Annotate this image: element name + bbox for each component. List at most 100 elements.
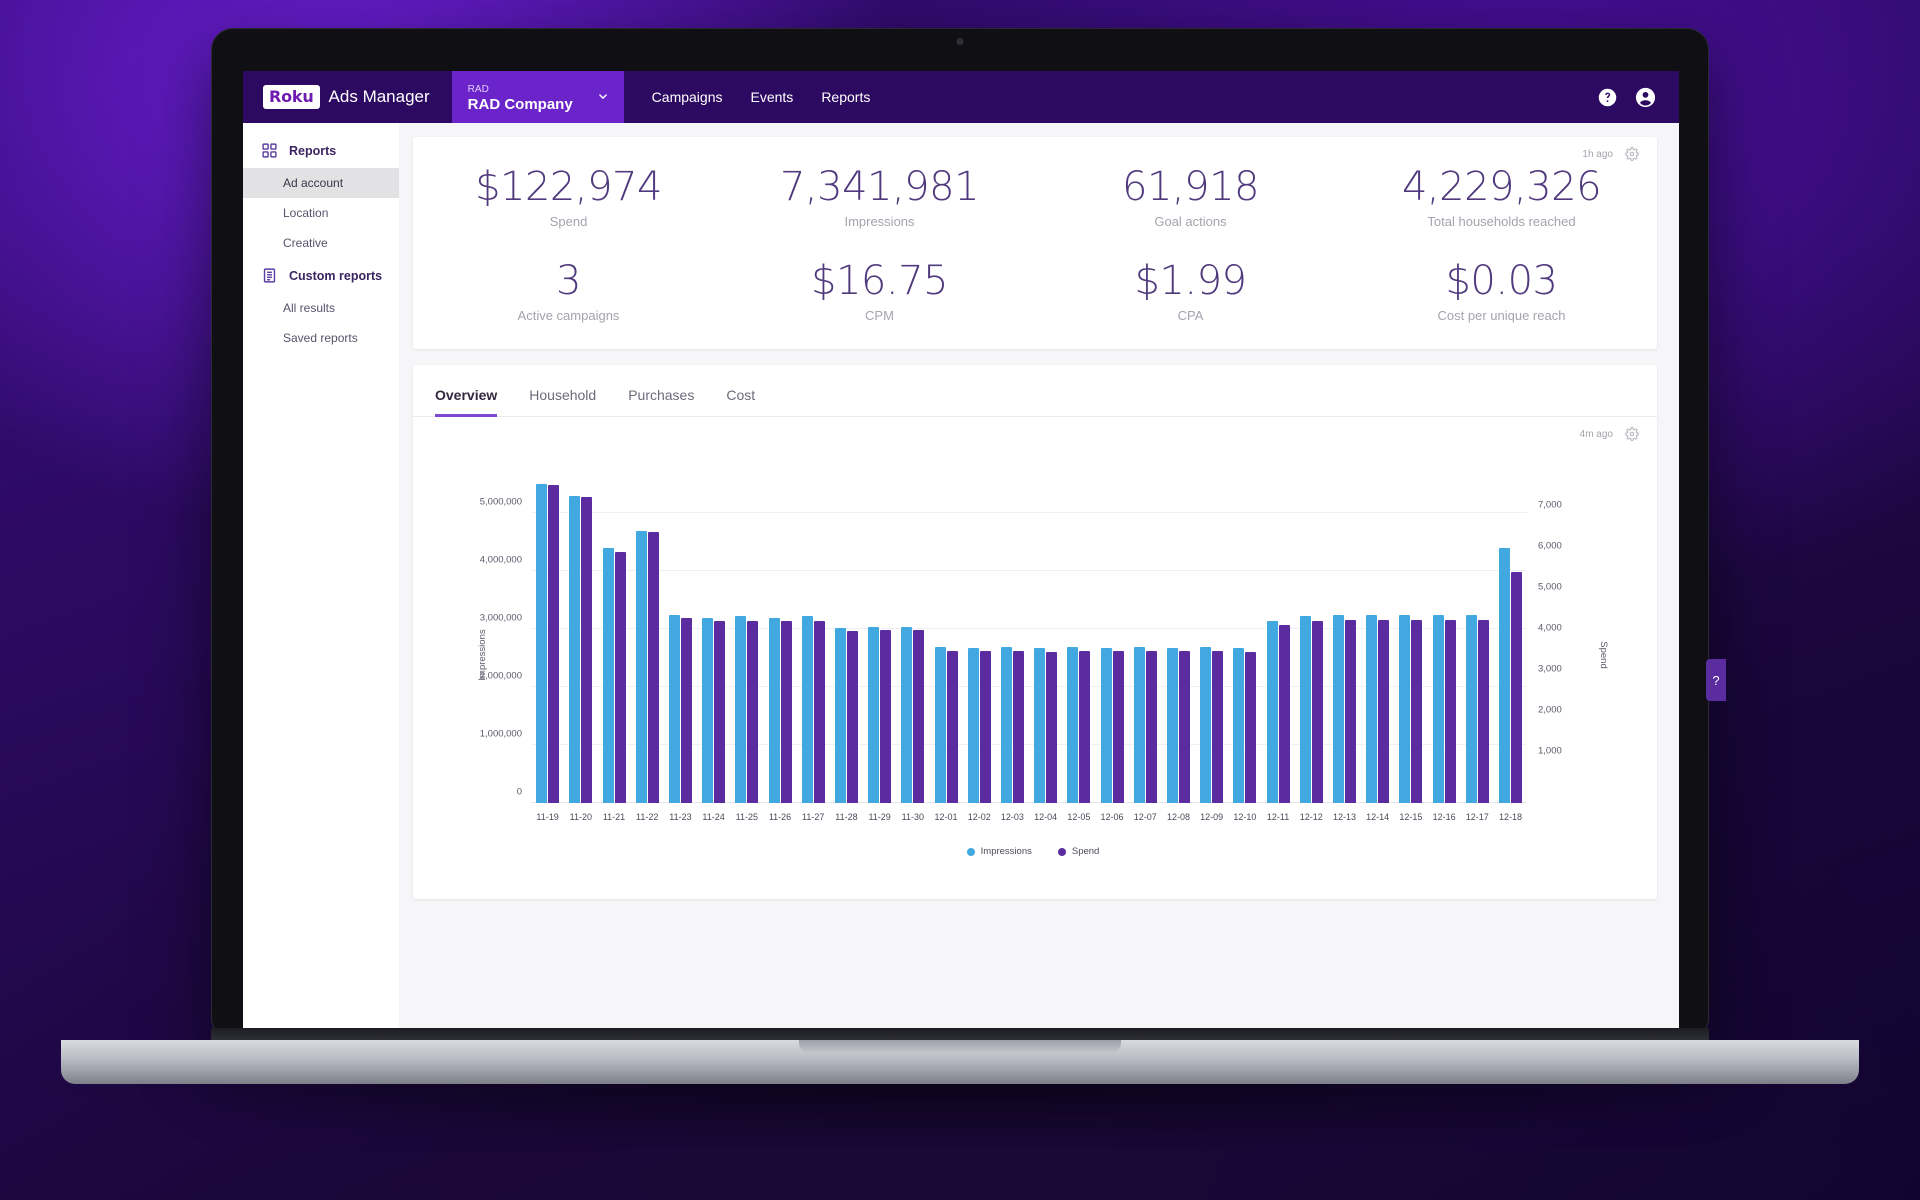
nav-link-reports[interactable]: Reports <box>821 89 870 105</box>
chart-plot: 0 1,000,000 2,000,000 3,000,000 4,000,000 5,0… <box>480 467 1562 822</box>
chart-x-tick-label: 12-17 <box>1465 812 1489 822</box>
kpi-active-campaigns-label: Active campaigns <box>517 308 620 323</box>
chart-bar-group[interactable]: 11-24 <box>697 467 730 822</box>
chart-bar-group[interactable]: 12-03 <box>996 467 1029 822</box>
chart-x-tick-label: 12-10 <box>1233 812 1257 822</box>
chart-bar-group[interactable]: 12-14 <box>1361 467 1394 822</box>
chart-bar-group[interactable]: 12-11 <box>1261 467 1294 822</box>
chart-bar-group[interactable]: 12-07 <box>1129 467 1162 822</box>
chart-y-tick-left: 5,000,000 <box>479 496 522 508</box>
help-side-tab[interactable]: ? <box>1706 659 1726 701</box>
chart-bar-group[interactable]: 11-19 <box>531 467 564 822</box>
laptop-base-notch <box>799 1040 1121 1053</box>
kpi-row-secondary: 3 Active campaigns $16.75 CPM $1.99 CPA <box>413 255 1657 323</box>
chart-x-tick-label: 11-27 <box>802 812 825 822</box>
chevron-down-icon <box>596 89 610 108</box>
chart-x-tick-label: 12-11 <box>1266 812 1290 822</box>
tab-cost[interactable]: Cost <box>726 387 755 417</box>
chart-bar-impressions <box>1498 548 1510 803</box>
chart-bar-group[interactable]: 12-16 <box>1427 467 1460 822</box>
chart-y-tick-right: 2,000 <box>1538 704 1562 716</box>
chart-legend-item[interactable]: Impressions <box>966 846 1032 857</box>
nav-link-campaigns[interactable]: Campaigns <box>652 89 723 105</box>
chart-x-tick-label: 12-07 <box>1133 812 1157 822</box>
primary-nav-links: Campaigns Events Reports <box>624 71 871 123</box>
brand-logo-area[interactable]: Roku Ads Manager <box>243 71 452 123</box>
chart-x-tick-label: 12-09 <box>1200 812 1224 822</box>
chart-bar-impressions <box>1166 647 1178 803</box>
gear-icon[interactable] <box>1625 427 1639 441</box>
performance-chart-card: Overview Household Purchases Cost 4m ago <box>413 365 1657 899</box>
chart-bar-group[interactable]: 11-20 <box>564 467 597 822</box>
tab-overview[interactable]: Overview <box>435 387 498 417</box>
chart-updated-timestamp: 4m ago <box>1579 428 1613 440</box>
chart-y-tick-right: 3,000 <box>1538 663 1562 675</box>
tab-purchases[interactable]: Purchases <box>628 387 694 417</box>
chart-bar-group[interactable]: 12-08 <box>1162 467 1195 822</box>
chart-x-tick-label: 11-25 <box>735 812 758 822</box>
chart-legend-item[interactable]: Spend <box>1057 846 1099 857</box>
roku-logo: Roku <box>263 85 320 109</box>
sidebar-item-location[interactable]: Location <box>243 198 399 228</box>
chart-bar-group[interactable]: 12-12 <box>1295 467 1328 822</box>
chart-x-tick-label: 12-04 <box>1034 812 1058 822</box>
sidebar-group-custom-reports[interactable]: Custom reports <box>243 258 399 293</box>
kpi-card-meta: 1h ago <box>413 137 1657 161</box>
chart-bar-impressions <box>868 627 880 803</box>
chart-bar-group[interactable]: 12-13 <box>1328 467 1361 822</box>
laptop-shadow <box>31 1080 1889 1150</box>
chart-bar-group[interactable]: 12-10 <box>1228 467 1261 822</box>
chart-bar-group[interactable]: 12-17 <box>1461 467 1494 822</box>
sidebar-item-saved-reports[interactable]: Saved reports <box>243 323 399 353</box>
chart-bar-group[interactable]: 11-27 <box>797 467 830 822</box>
top-navigation-bar: Roku Ads Manager RAD RAD Company Campaig… <box>243 71 1679 123</box>
chart-y-tick-left: 3,000,000 <box>479 612 522 624</box>
chart-bar-impressions <box>635 530 647 803</box>
chart-x-tick-label: 12-15 <box>1399 812 1423 822</box>
chart-bar-group[interactable]: 12-15 <box>1394 467 1427 822</box>
chart-bar-group[interactable]: 12-09 <box>1195 467 1228 822</box>
tab-household[interactable]: Household <box>529 387 596 417</box>
chart-bar-group[interactable]: 12-04 <box>1029 467 1062 822</box>
chart-x-tick-label: 12-05 <box>1067 812 1091 822</box>
chart-bar-group[interactable]: 12-05 <box>1062 467 1095 822</box>
kpi-cpa: $1.99 CPA <box>1035 255 1346 323</box>
app-screen: Roku Ads Manager RAD RAD Company Campaig… <box>243 71 1679 1031</box>
chart-x-tick-label: 12-12 <box>1299 812 1323 822</box>
chart-bar-group[interactable]: 12-06 <box>1095 467 1128 822</box>
kpi-row-primary: $122,974 Spend 7,341,981 Impressions 61,… <box>413 161 1657 229</box>
chart-bar-group[interactable]: 12-18 <box>1494 467 1527 822</box>
chart-bar-group[interactable]: 12-02 <box>963 467 996 822</box>
chart-bar-spend <box>680 617 692 803</box>
chart-bar-group[interactable]: 11-29 <box>863 467 896 822</box>
chart-bar-impressions <box>1100 647 1112 803</box>
nav-link-events[interactable]: Events <box>751 89 794 105</box>
sidebar-item-all-results[interactable]: All results <box>243 293 399 323</box>
sidebar-group-reports[interactable]: Reports <box>243 133 399 168</box>
chart-bar-spend <box>913 630 925 803</box>
chart-bar-group[interactable]: 11-28 <box>830 467 863 822</box>
chart-bar-impressions <box>735 616 747 803</box>
chart-bar-group[interactable]: 11-25 <box>730 467 763 822</box>
chart-bar-group[interactable]: 11-30 <box>896 467 929 822</box>
help-circle-icon[interactable] <box>1597 87 1618 108</box>
kpi-goal-actions: 61,918 Goal actions <box>1035 161 1346 229</box>
webcam-notch <box>871 29 1049 55</box>
account-circle-icon[interactable] <box>1634 86 1657 109</box>
chart-bar-group[interactable]: 11-21 <box>597 467 630 822</box>
app-body: Reports Ad account Location Creative Cus… <box>243 123 1679 1031</box>
chart-bar-group[interactable]: 11-22 <box>631 467 664 822</box>
chart-bar-impressions <box>1034 648 1046 803</box>
chart-x-tick-label: 12-01 <box>934 812 958 822</box>
chart-bar-group[interactable]: 11-23 <box>664 467 697 822</box>
chart-bar-spend <box>548 485 560 803</box>
sidebar-item-ad-account[interactable]: Ad account <box>243 168 399 198</box>
chart-y-tick-left: 1,000,000 <box>479 728 522 740</box>
document-icon <box>261 267 278 284</box>
chart-bar-group[interactable]: 12-01 <box>929 467 962 822</box>
sidebar-item-creative[interactable]: Creative <box>243 228 399 258</box>
chart-bar-group[interactable]: 11-26 <box>763 467 796 822</box>
gear-icon[interactable] <box>1625 147 1639 161</box>
chart-bar-spend <box>1079 650 1091 803</box>
account-switcher[interactable]: RAD RAD Company <box>451 71 624 123</box>
